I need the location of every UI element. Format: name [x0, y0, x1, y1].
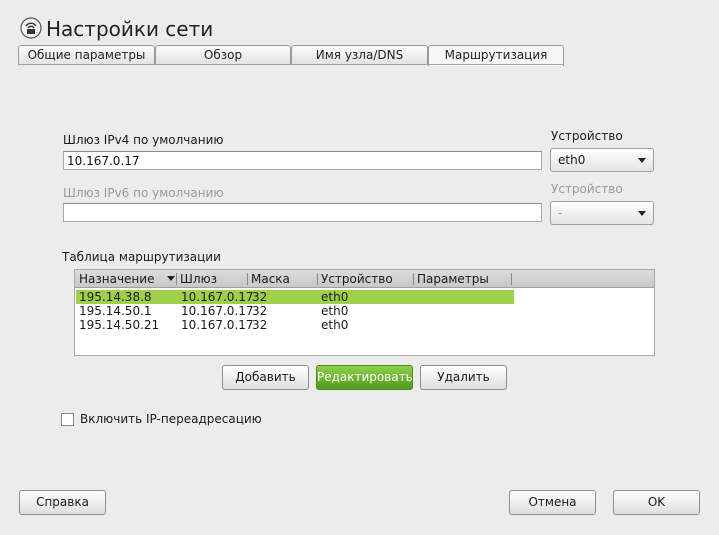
ok-button[interactable]: OK	[613, 490, 700, 515]
route-gateway: 10.167.0.17	[181, 304, 254, 318]
delete-route-button[interactable]: Удалить	[420, 365, 507, 390]
ipv6-device-value: -	[558, 206, 563, 220]
column-header-options[interactable]: Параметры	[413, 270, 489, 288]
route-mask: 32	[252, 318, 268, 332]
column-header-gateway[interactable]: Шлюз	[176, 270, 217, 288]
route-device: eth0	[321, 318, 349, 332]
ipv6-device-label: Устройство	[551, 182, 623, 196]
ipv4-device-label: Устройство	[551, 129, 623, 143]
route-gateway: 10.167.0.17	[181, 290, 254, 304]
column-separator	[511, 273, 512, 285]
table-row[interactable]: 195.14.50.1 10.167.0.17 32 eth0	[76, 304, 514, 318]
route-mask: 32	[252, 290, 268, 304]
ip-forwarding-label[interactable]: Включить IP-переадресацию	[80, 412, 262, 426]
ipv4-device-select[interactable]: eth0	[550, 148, 654, 172]
route-destination: 195.14.50.1	[79, 304, 152, 318]
tabs-divider	[18, 64, 564, 65]
page-title: Настройки сети	[46, 17, 214, 41]
route-device: eth0	[321, 304, 349, 318]
table-row[interactable]: 195.14.50.21 10.167.0.17 32 eth0	[76, 318, 514, 332]
chevron-down-icon	[638, 158, 646, 163]
network-settings-icon	[20, 17, 42, 39]
route-destination: 195.14.38.8	[79, 290, 152, 304]
route-destination: 195.14.50.21	[79, 318, 160, 332]
tab-hostname-dns[interactable]: Имя узла/DNS	[291, 45, 428, 65]
table-header: Назначение Шлюз Маска Устройство Парамет…	[75, 270, 654, 288]
tab-overview[interactable]: Обзор	[155, 45, 291, 65]
ipv4-gateway-input[interactable]	[63, 151, 542, 170]
route-mask: 32	[252, 304, 268, 318]
route-gateway: 10.167.0.17	[181, 318, 254, 332]
ipv6-device-select[interactable]: -	[550, 201, 654, 225]
sort-arrow-icon	[167, 276, 175, 281]
column-header-mask[interactable]: Маска	[247, 270, 290, 288]
ip-forwarding-checkbox[interactable]	[61, 413, 74, 426]
tab-routing[interactable]: Маршрутизация	[428, 45, 564, 66]
ipv6-gateway-label: Шлюз IPv6 по умолчанию	[63, 186, 224, 200]
help-button[interactable]: Справка	[19, 490, 106, 515]
column-header-destination[interactable]: Назначение	[75, 270, 175, 288]
tab-general[interactable]: Общие параметры	[18, 45, 155, 65]
table-row[interactable]: 195.14.38.8 10.167.0.17 32 eth0	[76, 290, 514, 304]
ipv6-gateway-input[interactable]	[63, 203, 542, 222]
cancel-button[interactable]: Отмена	[509, 490, 596, 515]
edit-route-button[interactable]: Редактировать	[316, 365, 413, 390]
add-route-button[interactable]: Добавить	[222, 365, 309, 390]
ipv4-device-value: eth0	[558, 153, 586, 167]
column-header-device[interactable]: Устройство	[317, 270, 393, 288]
routing-table-label: Таблица маршрутизации	[62, 250, 221, 264]
route-device: eth0	[321, 290, 349, 304]
ipv4-gateway-label: Шлюз IPv4 по умолчанию	[63, 133, 224, 147]
chevron-down-icon	[638, 211, 646, 216]
routing-table[interactable]: Назначение Шлюз Маска Устройство Парамет…	[74, 269, 655, 356]
